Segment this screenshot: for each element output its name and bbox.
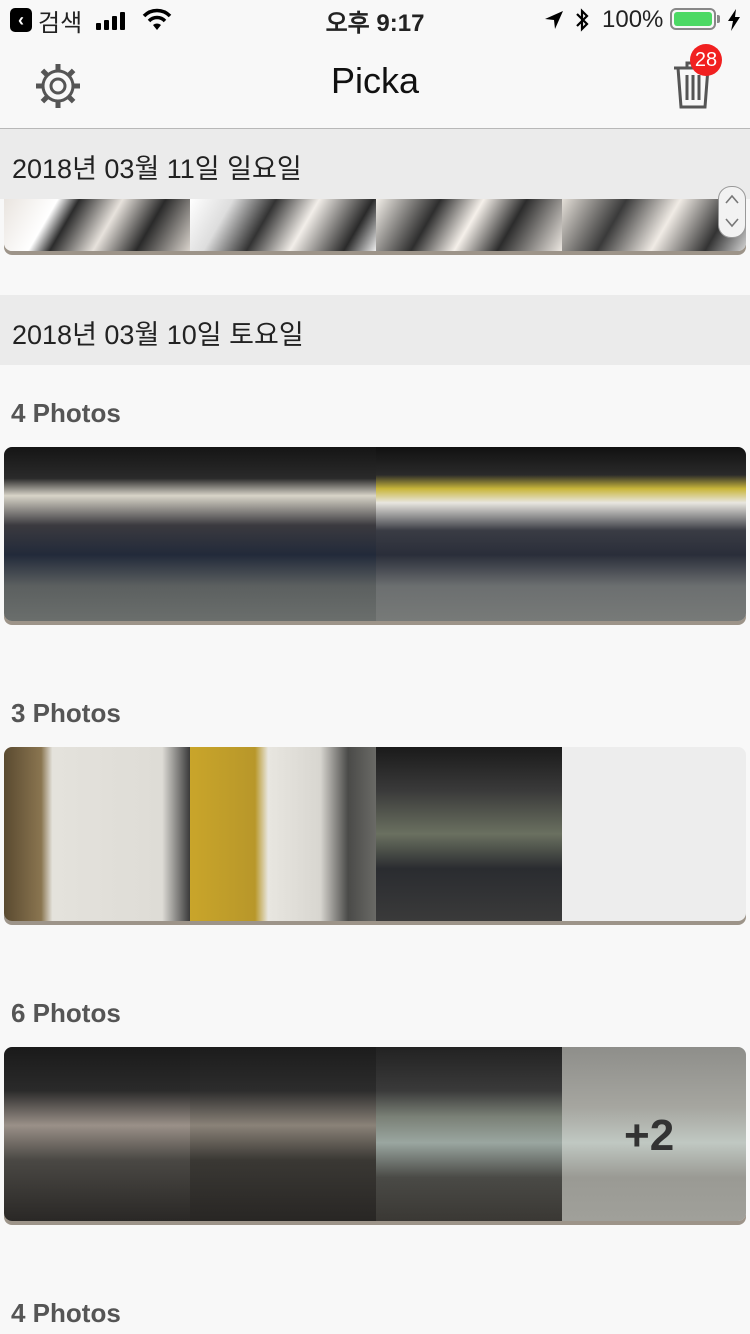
- battery-tip: [717, 15, 720, 23]
- photo-thumbnail[interactable]: [376, 747, 562, 921]
- photo-strip[interactable]: +2: [4, 1047, 746, 1221]
- battery-icon: [670, 8, 716, 30]
- photo-thumbnail[interactable]: [4, 199, 190, 251]
- group-count-label: 4 Photos: [11, 1298, 121, 1328]
- status-bar: ‹ 검색 오후 9:17 100%: [0, 0, 750, 40]
- chevron-up-icon: [725, 194, 739, 204]
- navigation-bar: Picka: [0, 40, 750, 129]
- photo-strip[interactable]: [4, 199, 746, 251]
- section-date: 2018년 03월 11일 일요일: [12, 154, 302, 184]
- group-count-label: 4 Photos: [11, 398, 121, 428]
- photo-strip[interactable]: [4, 447, 746, 621]
- section-header-2018-03-10: 2018년 03월 10일 토요일: [0, 295, 750, 365]
- more-photos-count: +2: [624, 1111, 675, 1160]
- charging-bolt-icon: [728, 9, 740, 31]
- battery-percent: 100%: [602, 6, 664, 33]
- section-header-2018-03-11: 2018년 03월 11일 일요일: [0, 129, 750, 199]
- photo-thumbnail[interactable]: [376, 199, 562, 251]
- page-title: Picka: [330, 60, 420, 101]
- photo-thumbnail[interactable]: [190, 1047, 376, 1221]
- photo-strip[interactable]: [4, 747, 746, 921]
- photo-thumbnail[interactable]: [190, 747, 376, 921]
- group-count-label: 6 Photos: [11, 998, 121, 1028]
- trash-count-badge: 28: [690, 44, 722, 76]
- bluetooth-icon: [576, 8, 589, 32]
- chevron-down-icon: [725, 218, 739, 228]
- section-date: 2018년 03월 10일 토요일: [12, 320, 304, 350]
- group-count-label: 3 Photos: [11, 698, 121, 728]
- photo-thumbnail[interactable]: [376, 1047, 562, 1221]
- photo-thumbnail[interactable]: [190, 447, 376, 621]
- photo-thumbnail[interactable]: [376, 447, 562, 621]
- location-arrow-icon: [545, 11, 563, 29]
- photo-thumbnail[interactable]: [4, 447, 190, 621]
- photo-thumbnail[interactable]: [4, 1047, 190, 1221]
- scroll-stepper[interactable]: [718, 186, 746, 238]
- photo-thumbnail[interactable]: [4, 747, 190, 921]
- photo-thumbnail[interactable]: [562, 447, 746, 621]
- photo-thumbnail[interactable]: [190, 199, 376, 251]
